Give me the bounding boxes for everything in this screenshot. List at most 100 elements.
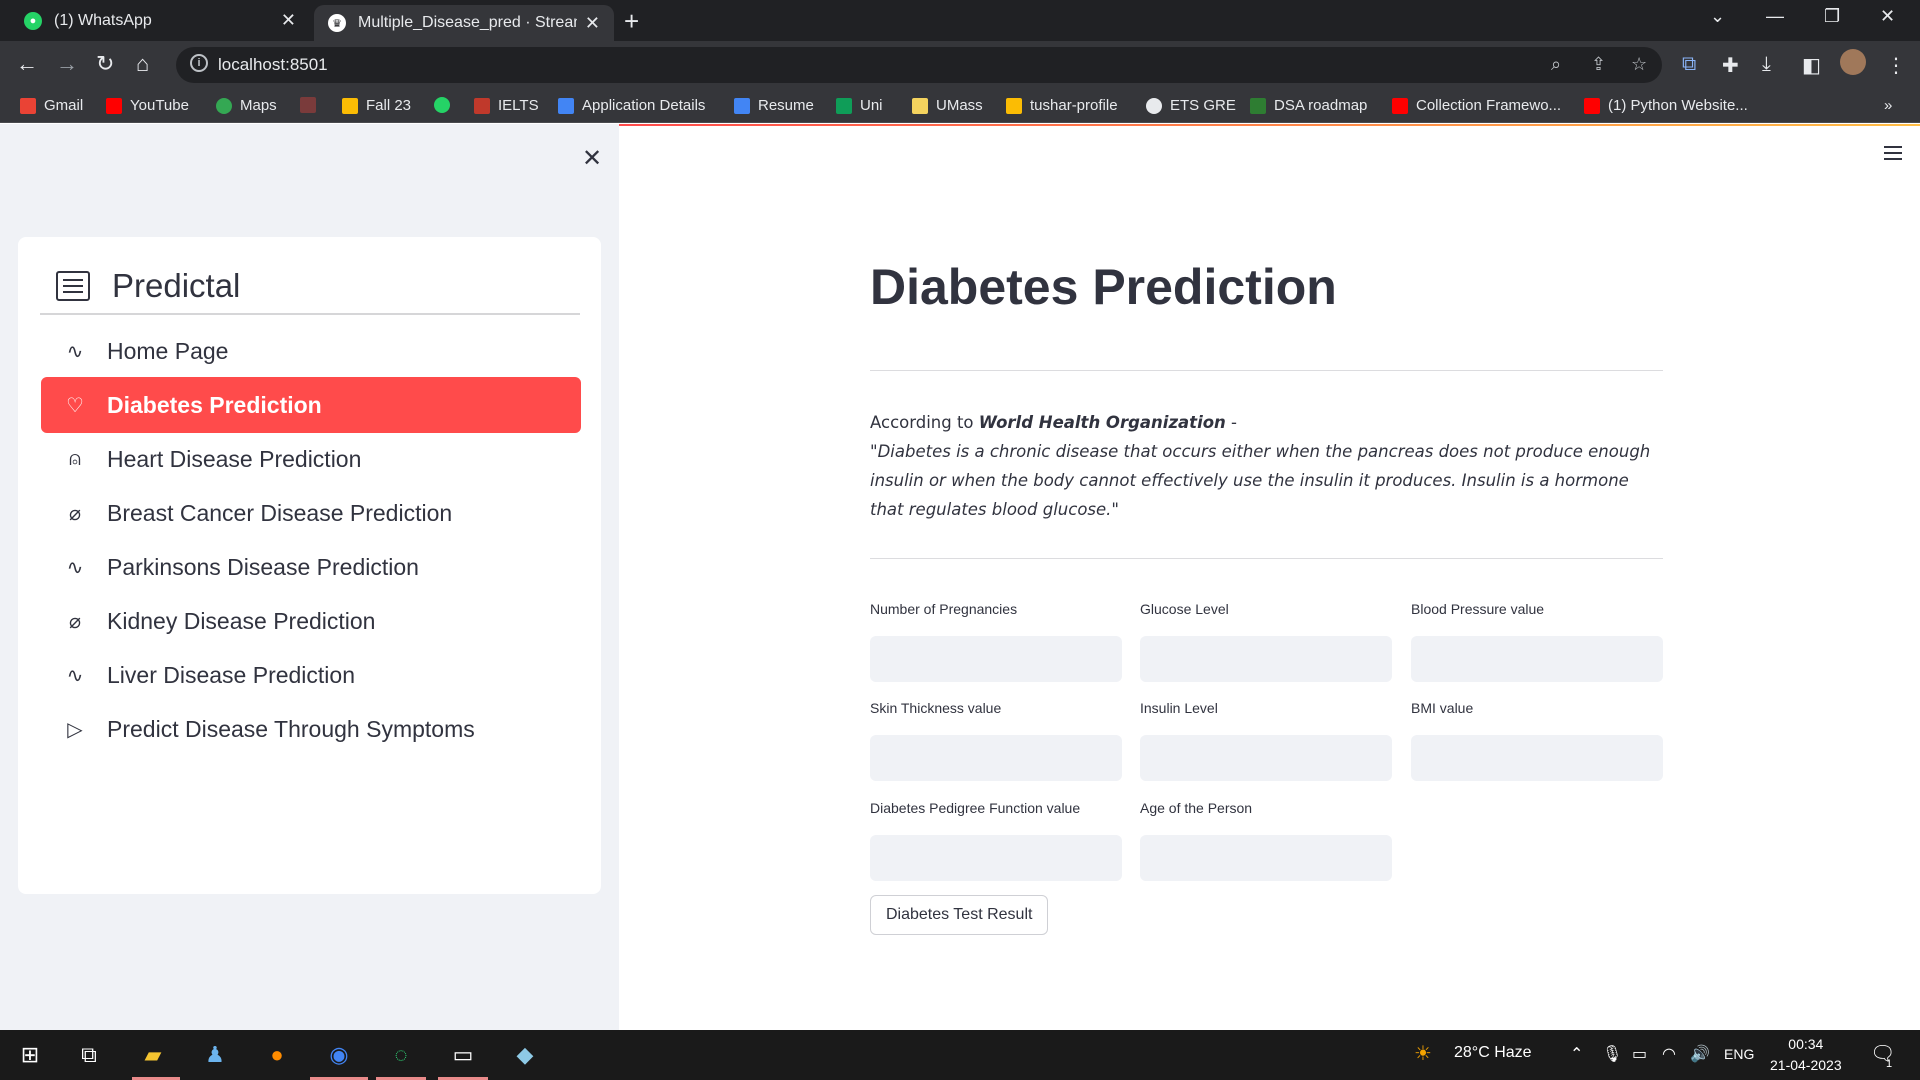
download-icon[interactable]: ⤓: [1762, 53, 1771, 76]
blood-pressure-input[interactable]: [1411, 636, 1663, 682]
play-icon: ▷: [67, 718, 83, 741]
page-title: Diabetes Prediction: [870, 259, 1337, 315]
language-indicator[interactable]: ENG: [1724, 1046, 1754, 1062]
main-menu-icon[interactable]: [1884, 146, 1902, 164]
menu-item-home[interactable]: ∿ Home Page: [41, 323, 581, 379]
clock-date: 21-04-2023: [1770, 1057, 1842, 1073]
bookmark-python-website[interactable]: (1) Python Website...: [1584, 97, 1748, 114]
microphone-icon[interactable]: 🎙: [1602, 1044, 1622, 1064]
bookmark-unnamed[interactable]: [300, 97, 324, 113]
terminal-icon[interactable]: ▭: [446, 1038, 480, 1072]
bookmark-star-icon[interactable]: ☆: [1631, 54, 1647, 75]
restore-button[interactable]: ❐: [1824, 6, 1840, 27]
reload-icon[interactable]: ↻: [96, 51, 114, 77]
close-sidebar-icon[interactable]: ✕: [582, 144, 602, 173]
menu-item-kidney[interactable]: ⌀ Kidney Disease Prediction: [41, 593, 581, 649]
bandaid-icon: ⌀: [68, 502, 82, 525]
glucose-input[interactable]: [1140, 636, 1392, 682]
globe-icon: [1146, 97, 1162, 114]
menu-item-liver[interactable]: ∿ Liver Disease Prediction: [41, 647, 581, 703]
bookmark-gmail[interactable]: Gmail: [20, 97, 83, 114]
pedigree-input[interactable]: [870, 835, 1122, 881]
top-decoration: [619, 124, 1920, 126]
close-tab-icon[interactable]: ✕: [281, 10, 296, 31]
menu-item-parkinsons[interactable]: ∿ Parkinsons Disease Prediction: [41, 539, 581, 595]
bookmark-youtube[interactable]: YouTube: [106, 97, 189, 114]
pregnancies-input[interactable]: [870, 636, 1122, 682]
insulin-input[interactable]: [1140, 735, 1392, 781]
address-bar[interactable]: i localhost:8501 ⌕ ⇪ ☆: [176, 47, 1662, 83]
volume-icon[interactable]: 🔊: [1690, 1044, 1710, 1064]
minimize-button[interactable]: —: [1766, 6, 1784, 27]
menu-item-symptoms[interactable]: ▷ Predict Disease Through Symptoms: [41, 701, 581, 757]
bookmark-resume[interactable]: Resume: [734, 97, 814, 114]
notepad-icon[interactable]: ◆: [508, 1038, 542, 1072]
more-bookmarks-button[interactable]: »: [1884, 97, 1892, 114]
maps-icon: [216, 97, 232, 114]
windows-start-icon[interactable]: ⊞: [13, 1038, 47, 1072]
side-panel-icon[interactable]: ◧: [1802, 53, 1821, 78]
weather-text[interactable]: 28°C Haze: [1454, 1044, 1532, 1062]
bookmark-tushar-profile[interactable]: tushar-profile: [1006, 97, 1118, 114]
bookmark-dsa-roadmap[interactable]: DSA roadmap: [1250, 97, 1367, 114]
card-list-icon: [56, 271, 90, 301]
browser-toolbar: ← → ↻ ⌂ i localhost:8501 ⌕ ⇪ ☆ ⧉ ✚ ⤓ ◧ ⋮: [0, 41, 1920, 89]
menu-item-breast-cancer[interactable]: ⌀ Breast Cancer Disease Prediction: [41, 485, 581, 541]
tab-whatsapp[interactable]: ● (1) WhatsApp ✕: [10, 0, 310, 41]
zoom-icon[interactable]: ⌕: [1551, 54, 1561, 75]
bookmark-maps[interactable]: Maps: [216, 97, 277, 114]
back-icon[interactable]: ←: [16, 51, 38, 77]
chrome-menu-icon[interactable]: ⋮: [1886, 53, 1906, 78]
divider: [870, 370, 1663, 371]
wifi-icon[interactable]: ◠: [1662, 1044, 1676, 1064]
tab-search-icon[interactable]: ⌄: [1710, 6, 1725, 27]
bookmark-whatsapp[interactable]: [434, 97, 458, 113]
translate-icon[interactable]: ⧉: [1682, 53, 1696, 76]
notification-count: 1: [1886, 1058, 1893, 1070]
diabetes-test-result-button[interactable]: Diabetes Test Result: [870, 895, 1049, 935]
tab-streamlit[interactable]: ♛ Multiple_Disease_pred · Streamlit ✕: [314, 5, 614, 41]
field-label: Insulin Level: [1140, 700, 1218, 716]
skin-thickness-input[interactable]: [870, 735, 1122, 781]
menu-item-heart-disease[interactable]: ⍝ Heart Disease Prediction: [41, 431, 581, 487]
chrome-icon[interactable]: ◉: [322, 1038, 356, 1072]
activity-icon: ∿: [66, 664, 84, 687]
close-tab-icon[interactable]: ✕: [585, 13, 600, 34]
bookmark-ets-gre[interactable]: ETS GRE: [1146, 97, 1236, 114]
battery-icon[interactable]: ▭: [1632, 1044, 1647, 1064]
bmi-input[interactable]: [1411, 735, 1663, 781]
drive-icon: [1006, 97, 1022, 114]
bookmark-application-details[interactable]: Application Details: [558, 97, 705, 114]
bookmark-collection-framework[interactable]: Collection Framewo...: [1392, 97, 1561, 114]
url-text[interactable]: localhost:8501: [218, 55, 328, 75]
profile-avatar[interactable]: [1840, 49, 1866, 75]
file-explorer-icon[interactable]: ▰: [136, 1038, 170, 1072]
bookmark-ielts[interactable]: IELTS: [474, 97, 539, 114]
bookmark-uni[interactable]: Uni: [836, 97, 883, 114]
folder-icon: [912, 97, 928, 114]
field-label: Diabetes Pedigree Function value: [870, 800, 1081, 816]
loader-app-icon[interactable]: ◌: [384, 1038, 418, 1072]
gfg-icon: [1250, 97, 1266, 114]
clock[interactable]: 00:34 21-04-2023: [1770, 1034, 1842, 1076]
home-icon[interactable]: ⌂: [136, 51, 149, 77]
taskbar: ⊞ ⧉ ▰ ♟ ● ◉ ◌ ▭ ◆ ☀ 28°C Haze ⌃ 🎙 ▭ ◠ 🔊 …: [0, 1030, 1920, 1080]
forward-icon[interactable]: →: [56, 51, 78, 77]
bookmark-umass[interactable]: UMass: [912, 97, 983, 114]
window-close-button[interactable]: ✕: [1880, 6, 1895, 27]
share-icon[interactable]: ⇪: [1591, 54, 1606, 75]
gmail-icon: [20, 97, 36, 114]
clock-time: 00:34: [1788, 1036, 1824, 1052]
tray-overflow-icon[interactable]: ⌃: [1570, 1044, 1583, 1064]
site-info-icon[interactable]: i: [190, 54, 208, 72]
bookmark-fall23[interactable]: Fall 23: [342, 97, 411, 114]
age-input[interactable]: [1140, 835, 1392, 881]
new-tab-button[interactable]: +: [624, 6, 639, 37]
tab-title: Multiple_Disease_pred · Streamlit: [358, 14, 577, 31]
fl-studio-icon[interactable]: ●: [260, 1038, 294, 1072]
weather-icon[interactable]: ☀: [1414, 1041, 1432, 1066]
menu-item-diabetes[interactable]: ♡ Diabetes Prediction: [41, 377, 581, 433]
extensions-icon[interactable]: ✚: [1722, 53, 1739, 78]
user-app-icon[interactable]: ♟: [198, 1038, 232, 1072]
task-view-icon[interactable]: ⧉: [72, 1038, 106, 1072]
